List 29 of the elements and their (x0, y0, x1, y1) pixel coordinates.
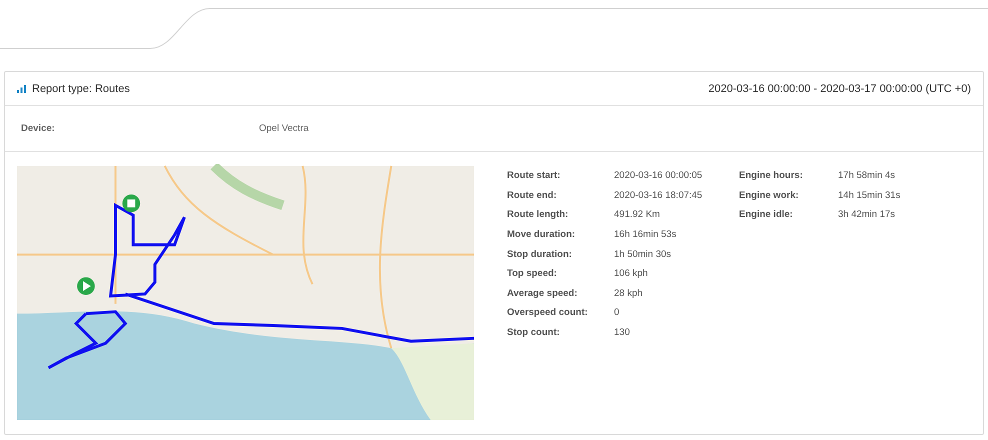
stat-value: 1h 50min 30s (614, 248, 672, 260)
stat-value: 0 (614, 307, 620, 318)
stat-value: 491.92 Km (614, 209, 660, 220)
stat-label: Stop duration: (507, 248, 573, 260)
report-period: 2020-03-16 00:00:00 - 2020-03-17 00:00:00 (UTC +0) (708, 82, 971, 94)
stat-label: Engine work: (739, 190, 800, 201)
stat-label: Engine hours: (739, 170, 804, 182)
stat-label: Route end: (507, 190, 558, 201)
stat-label: Top speed: (507, 268, 558, 280)
stat-value: 2020-03-16 00:00:05 (614, 170, 702, 182)
stat-value: 28 kph (614, 288, 643, 299)
stat-label: Move duration: (507, 229, 576, 240)
report-type-title: Report type: Routes (32, 82, 130, 94)
stat-label: Overspeed count: (507, 307, 589, 318)
stat-label: Route start: (507, 170, 562, 182)
stat-label: Stop count: (507, 327, 561, 338)
device-value: Opel Vectra (259, 123, 309, 134)
stat-value: 2020-03-16 18:07:45 (614, 190, 702, 201)
stat-value: 16h 16min 53s (614, 229, 676, 240)
stat-label: Average speed: (507, 288, 578, 299)
stat-value: 106 kph (614, 268, 648, 280)
stat-label: Engine idle: (739, 209, 794, 220)
device-label: Device: (21, 123, 56, 134)
bar-chart-icon (17, 84, 26, 92)
stat-label: Route length: (507, 209, 570, 220)
stat-value: 14h 15min 31s (838, 190, 900, 201)
stat-value: 3h 42min 17s (838, 209, 896, 220)
stat-value: 130 (614, 327, 630, 338)
stat-value: 17h 58min 4s (838, 170, 896, 182)
